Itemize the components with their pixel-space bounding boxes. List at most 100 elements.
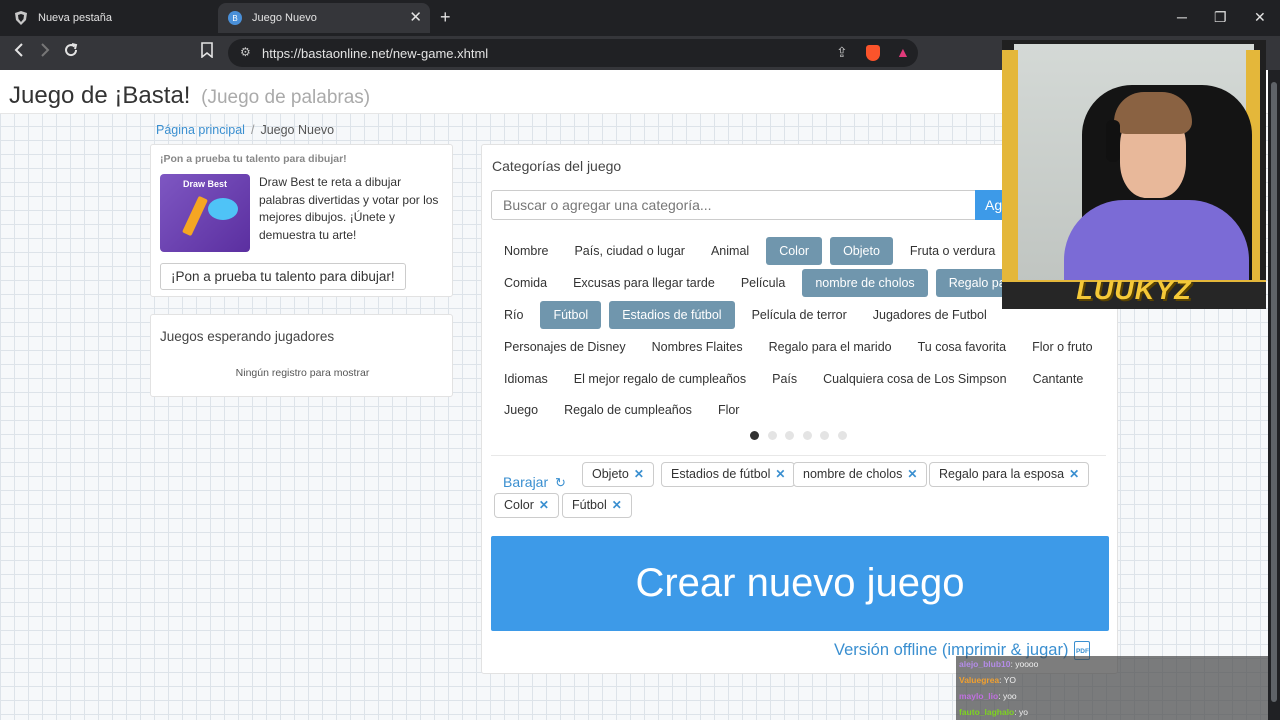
page-subtitle: (Juego de palabras) (201, 87, 371, 108)
promo-button[interactable]: ¡Pon a prueba tu talento para dibujar! (160, 263, 406, 290)
share-icon[interactable]: ⇪ (836, 44, 848, 61)
brave-rewards-icon[interactable]: ▲ (896, 44, 910, 60)
brave-shield-icon (14, 11, 28, 25)
chat-username: alejo_blub10 (959, 659, 1011, 669)
remove-token-icon[interactable]: ✕ (634, 467, 644, 481)
category-chip[interactable]: Fruta o verdura (897, 237, 1008, 265)
waiting-games-heading: Juegos esperando jugadores (160, 329, 335, 344)
speech-bubble-icon (208, 198, 238, 220)
maximize-icon[interactable]: ❐ (1214, 10, 1227, 24)
category-chip[interactable]: Nombre (491, 237, 561, 265)
page-scrollbar[interactable] (1268, 70, 1280, 720)
category-row: Río Fútbol Estadios de fútbol Película de t… (491, 301, 1000, 329)
chat-message: alejo_blub10: yoooo (956, 656, 1268, 672)
forward-icon[interactable] (38, 41, 52, 63)
category-row: Comida Excusas para llegar tarde Película n… (491, 269, 1040, 297)
pager-dot[interactable] (785, 431, 794, 440)
category-chip[interactable]: Excusas para llegar tarde (560, 269, 728, 297)
shuffle-button[interactable]: Barajar ↻ (503, 474, 566, 491)
remove-token-icon[interactable]: ✕ (539, 498, 549, 512)
bookmark-icon[interactable] (201, 41, 213, 63)
pager-dot[interactable] (767, 431, 777, 440)
category-chip[interactable]: Comida (491, 269, 560, 297)
remove-token-icon[interactable]: ✕ (907, 467, 917, 481)
minimize-icon[interactable]: ─ (1177, 10, 1187, 24)
category-chip[interactable]: Juego (491, 396, 551, 424)
pager-dot[interactable] (820, 431, 829, 440)
category-chip[interactable]: Río (491, 301, 536, 329)
close-tab-icon[interactable]: ✕ (409, 9, 422, 27)
category-search-input[interactable] (492, 191, 975, 219)
remove-token-icon[interactable]: ✕ (1069, 467, 1079, 481)
chat-text: : YO (999, 675, 1017, 685)
category-chip-selected[interactable]: Objeto (830, 237, 893, 265)
category-chip[interactable]: Jugadores de Futbol (860, 301, 1000, 329)
token-label: Objeto (592, 467, 629, 481)
breadcrumb-home-link[interactable]: Página principal (156, 123, 245, 137)
pager-dot[interactable] (837, 431, 847, 440)
category-chip[interactable]: Película (728, 269, 798, 297)
address-bar[interactable]: ⚙ https://bastaonline.net/new-game.xhtml… (228, 39, 918, 67)
new-tab-icon[interactable]: + (440, 8, 451, 26)
pencil-icon (182, 195, 208, 237)
chat-text: : yoo (998, 691, 1017, 701)
category-chip[interactable]: País (759, 365, 810, 393)
chat-text: : yoooo (1010, 659, 1039, 669)
categories-heading: Categorías del juego (492, 158, 622, 174)
breadcrumb-separator: / (250, 123, 255, 137)
selected-category-token: Color ✕ (494, 493, 559, 518)
category-chip-selected[interactable]: Fútbol (540, 301, 602, 329)
waiting-games-empty: Ningún registro para mostrar (235, 367, 370, 379)
tab-title: Nueva pestaña (38, 12, 112, 24)
category-row: Nombre País, ciudad o lugar Animal Color Obj… (491, 237, 1043, 265)
category-chip[interactable]: Nombres Flaites (639, 333, 756, 361)
category-search-field[interactable] (491, 190, 976, 220)
remove-token-icon[interactable]: ✕ (612, 498, 622, 512)
draw-best-thumb-label: Draw Best (182, 179, 227, 189)
webcam-frame-left (1002, 50, 1018, 280)
site-settings-icon[interactable]: ⚙ (240, 45, 251, 59)
page-title: Juego de ¡Basta! (Juego de palabras) (9, 82, 370, 110)
site-favicon-icon: B (228, 11, 242, 25)
category-chip[interactable]: Personajes de Disney (491, 333, 639, 361)
webcam-overlay: LUUKYZ (1002, 40, 1266, 309)
category-chip[interactable]: El mejor regalo de cumpleaños (561, 365, 759, 393)
pager-dot[interactable] (802, 431, 812, 440)
category-chip[interactable]: Cualquiera cosa de Los Simpson (810, 365, 1019, 393)
reload-icon[interactable] (63, 41, 79, 63)
category-chip[interactable]: Película de terror (739, 301, 860, 329)
create-game-button[interactable]: Crear nuevo juego (491, 536, 1109, 631)
category-chip-selected[interactable]: nombre de cholos (802, 269, 928, 297)
tab-new-tab[interactable]: Nueva pestaña (8, 3, 208, 33)
category-chip-selected[interactable]: Estadios de fútbol (609, 301, 735, 329)
scrollbar-thumb[interactable] (1271, 82, 1277, 702)
page-title-text: Juego de ¡Basta! (9, 82, 191, 109)
chat-text: : yo (1014, 707, 1028, 717)
category-chip[interactable]: Flor o fruto (1019, 333, 1105, 361)
category-chip[interactable]: Animal (698, 237, 762, 265)
category-chip[interactable]: Regalo de cumpleaños (551, 396, 705, 424)
category-chip[interactable]: Idiomas (491, 365, 561, 393)
category-chip-selected[interactable]: Color (766, 237, 823, 265)
pager-dot[interactable] (750, 431, 759, 440)
stream-chat-overlay: alejo_blub10: yoooo Valuegrea: YO maylo_li… (956, 656, 1268, 720)
token-label: Color (504, 498, 534, 512)
category-chip[interactable]: Flor (705, 396, 753, 424)
chat-username: fauto_laghalo (959, 707, 1015, 717)
chat-username: maylo_lio (959, 691, 999, 701)
remove-token-icon[interactable]: ✕ (775, 467, 785, 481)
promo-description: Draw Best te reta a dibujar palabras div… (259, 175, 439, 242)
brave-shields-icon[interactable] (866, 45, 880, 61)
category-chip[interactable]: Cantante (1020, 365, 1097, 393)
category-chip[interactable]: País, ciudad o lugar (561, 237, 698, 265)
selected-category-token: Estadios de fútbol ✕ (661, 462, 796, 487)
headset-icon (1106, 120, 1120, 162)
selected-category-token: Regalo para la esposa ✕ (929, 462, 1090, 487)
chat-message: Valuegrea: YO (956, 672, 1268, 688)
draw-best-thumbnail[interactable]: Draw Best (160, 174, 250, 252)
category-chip[interactable]: Tu cosa favorita (905, 333, 1019, 361)
tab-juego-nuevo[interactable]: B Juego Nuevo ✕ (218, 3, 430, 33)
back-icon[interactable] (12, 41, 26, 63)
category-chip[interactable]: Regalo para el marido (756, 333, 905, 361)
close-window-icon[interactable]: ✕ (1254, 10, 1266, 24)
